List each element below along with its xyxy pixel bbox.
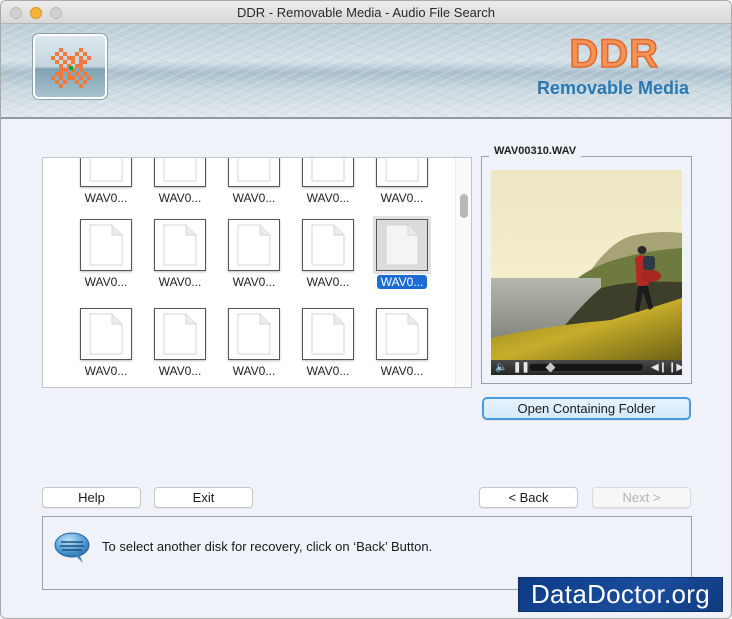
document-icon [385, 158, 419, 182]
document-icon [311, 158, 345, 182]
file-item[interactable]: WAV0... [295, 158, 361, 215]
preview-filename: WAV00310.WAV [489, 145, 582, 157]
file-name-label: WAV0... [84, 275, 128, 289]
file-thumbnail[interactable] [228, 308, 280, 360]
speech-bubble-icon [54, 532, 90, 563]
file-name-label: WAV0... [158, 364, 202, 378]
datadoctor-watermark: DataDoctor.org [518, 577, 723, 612]
document-icon [163, 158, 197, 182]
seek-slider-knob[interactable] [545, 362, 556, 373]
help-button[interactable]: Help [42, 487, 141, 508]
file-item[interactable]: WAV0... [73, 308, 139, 387]
brand-subtitle: Removable Media [536, 78, 689, 98]
step-back-icon[interactable]: ◀❙ [651, 361, 667, 374]
file-thumbnail[interactable] [302, 308, 354, 360]
document-icon [89, 158, 123, 182]
file-thumbnail[interactable] [154, 308, 206, 360]
document-icon [89, 224, 123, 266]
header-banner: DDR Removable Media [1, 24, 731, 119]
file-thumbnail[interactable] [154, 219, 206, 271]
file-item[interactable]: WAV0... [369, 308, 435, 387]
file-item[interactable]: WAV0... [221, 219, 287, 299]
volume-icon[interactable]: 🔈 [495, 361, 507, 374]
document-icon [311, 313, 345, 355]
file-name-label: WAV0... [158, 191, 202, 205]
exit-button[interactable]: Exit [154, 487, 253, 508]
document-icon [385, 313, 419, 355]
status-message-text: To select another disk for recovery, cli… [102, 539, 433, 554]
file-name-label: WAV0... [158, 275, 202, 289]
file-item[interactable]: WAV0... [73, 219, 139, 299]
file-item[interactable]: WAV0... [73, 158, 139, 215]
app-window: DDR - Removable Media - Audio File Searc… [0, 0, 732, 619]
file-item[interactable]: WAV0... [147, 219, 213, 299]
open-containing-folder-button[interactable]: Open Containing Folder [482, 397, 691, 420]
document-icon [237, 158, 271, 182]
file-name-label: WAV0... [380, 191, 424, 205]
file-name-label: WAV0... [84, 191, 128, 205]
file-name-label: WAV0... [232, 275, 276, 289]
landscape-hiker-image [491, 170, 682, 360]
step-forward-icon[interactable]: ❙▶ [668, 361, 684, 374]
window-title: DDR - Removable Media - Audio File Searc… [237, 5, 495, 20]
app-logo [33, 34, 107, 99]
back-button[interactable]: < Back [479, 487, 578, 508]
file-thumbnail[interactable] [228, 158, 280, 187]
file-thumbnail[interactable] [154, 158, 206, 187]
file-name-label: WAV0... [369, 275, 435, 289]
file-name-label: WAV0... [232, 364, 276, 378]
file-name-label: WAV0... [380, 364, 424, 378]
file-thumbnail[interactable] [80, 219, 132, 271]
file-item[interactable]: WAV0... [221, 158, 287, 215]
document-icon [163, 313, 197, 355]
file-thumbnail[interactable] [376, 158, 428, 187]
file-item[interactable]: WAV0... [295, 308, 361, 387]
document-icon [237, 313, 271, 355]
scrollbar-thumb[interactable] [460, 194, 468, 218]
file-thumbnail[interactable] [228, 219, 280, 271]
file-thumbnail[interactable] [302, 158, 354, 187]
document-icon [385, 224, 419, 266]
file-thumbnail[interactable] [302, 219, 354, 271]
file-item[interactable]: WAV0... [369, 219, 435, 299]
vertical-scrollbar[interactable] [455, 158, 471, 387]
file-item[interactable]: WAV0... [147, 158, 213, 215]
preview-image [491, 170, 682, 360]
file-thumbnail[interactable] [376, 308, 428, 360]
file-item[interactable]: WAV0... [369, 158, 435, 215]
file-item[interactable]: WAV0... [147, 308, 213, 387]
file-thumbnail[interactable] [80, 158, 132, 187]
file-item[interactable]: WAV0... [295, 219, 361, 299]
file-item[interactable]: WAV0... [221, 308, 287, 387]
brand-title: DDR [569, 31, 659, 77]
document-icon [163, 224, 197, 266]
logo-checker-icon [51, 48, 91, 88]
file-name-label: WAV0... [232, 191, 276, 205]
next-button: Next > [592, 487, 691, 508]
title-bar: DDR - Removable Media - Audio File Searc… [1, 1, 731, 24]
document-icon [311, 224, 345, 266]
document-icon [237, 224, 271, 266]
file-name-label: WAV0... [306, 364, 350, 378]
file-thumbnail[interactable] [376, 219, 428, 271]
media-player-controls: 🔈 ❚❚ ◀❙ ❙▶ [491, 360, 684, 375]
file-grid-panel[interactable]: WAV0... WAV0... WAV0... WAV0... WAV0... WAV0.… [42, 157, 472, 388]
file-name-label: WAV0... [306, 191, 350, 205]
file-name-label: WAV0... [306, 275, 350, 289]
playback-seek-slider[interactable] [528, 362, 644, 373]
file-thumbnail[interactable] [80, 308, 132, 360]
document-icon [89, 313, 123, 355]
file-name-label: WAV0... [84, 364, 128, 378]
